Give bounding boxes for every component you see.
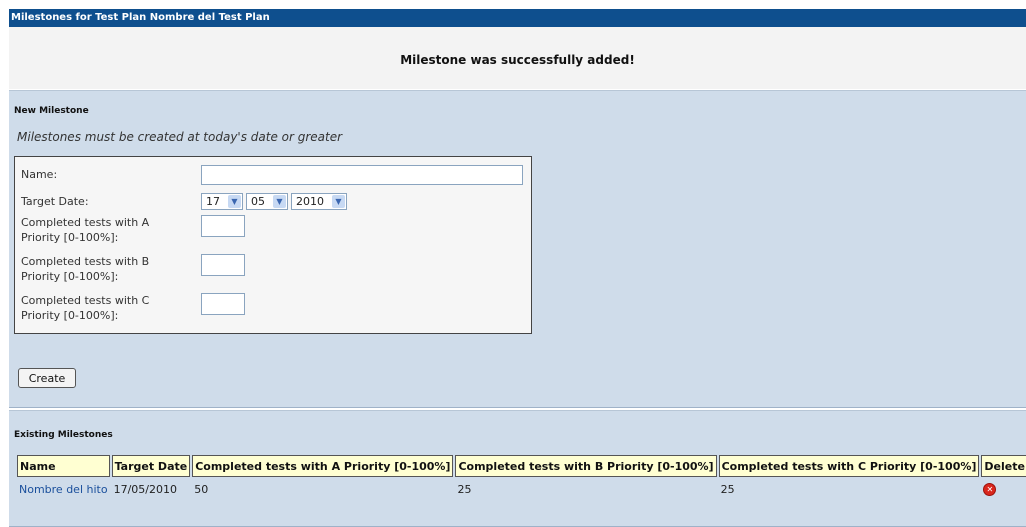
column-header-priority-a[interactable]: Completed tests with A Priority [0-100%] [192,455,454,477]
column-header-priority-c[interactable]: Completed tests with C Priority [0-100%] [718,455,980,477]
new-milestone-panel: New Milestone Milestones must be created… [9,90,1026,408]
year-value: 2010 [296,195,324,208]
priority-b-input[interactable] [201,254,245,276]
milestone-form: Name: Target Date: 17 ▼ 05 ▼ 2010 ▼ Comp… [14,156,532,334]
target-date-label: Target Date: [21,195,89,208]
year-select[interactable]: 2010 ▼ [291,193,347,210]
name-input[interactable] [201,165,523,185]
priority-a-label: Completed tests with A Priority [0-100%]… [21,216,150,244]
chevron-down-icon: ▼ [273,195,286,208]
success-message: Milestone was successfully added! [400,53,635,67]
month-select[interactable]: 05 ▼ [246,193,288,210]
milestone-target-date: 17/05/2010 [113,482,177,496]
priority-a-input[interactable] [201,215,245,237]
name-label: Name: [21,168,58,181]
existing-milestones-panel: Existing Milestones Name Target Date Com… [9,410,1026,527]
create-button[interactable]: Create [18,368,76,388]
new-milestone-title: New Milestone [14,106,89,116]
milestone-priority-c: 25 [720,482,735,496]
priority-c-input[interactable] [201,293,245,315]
month-value: 05 [251,195,265,208]
column-header-target-date[interactable]: Target Date [111,455,191,477]
window-title: Milestones for Test Plan Nombre del Test… [9,9,1026,27]
milestone-priority-b: 25 [457,482,472,496]
day-value: 17 [206,195,220,208]
table-row: Nombre del hito 17/05/2010 50 25 25 ✕ [17,479,1026,496]
column-header-delete: Delete [981,455,1026,477]
notice-area: Milestone was successfully added! [9,27,1026,89]
column-header-priority-b[interactable]: Completed tests with B Priority [0-100%] [455,455,717,477]
priority-b-label: Completed tests with B Priority [0-100%]… [21,255,150,283]
date-hint: Milestones must be created at today's da… [17,130,343,144]
chevron-down-icon: ▼ [332,195,345,208]
chevron-down-icon: ▼ [228,195,241,208]
milestones-table: Name Target Date Completed tests with A … [15,453,1026,498]
delete-icon[interactable]: ✕ [983,483,997,496]
milestone-name-link[interactable]: Nombre del hito [19,483,108,496]
column-header-name[interactable]: Name [17,455,110,477]
table-header-row: Name Target Date Completed tests with A … [17,455,1026,477]
day-select[interactable]: 17 ▼ [201,193,243,210]
existing-milestones-title: Existing Milestones [14,430,113,440]
milestone-priority-a: 50 [194,482,209,496]
priority-c-label: Completed tests with C Priority [0-100%]… [21,294,150,322]
